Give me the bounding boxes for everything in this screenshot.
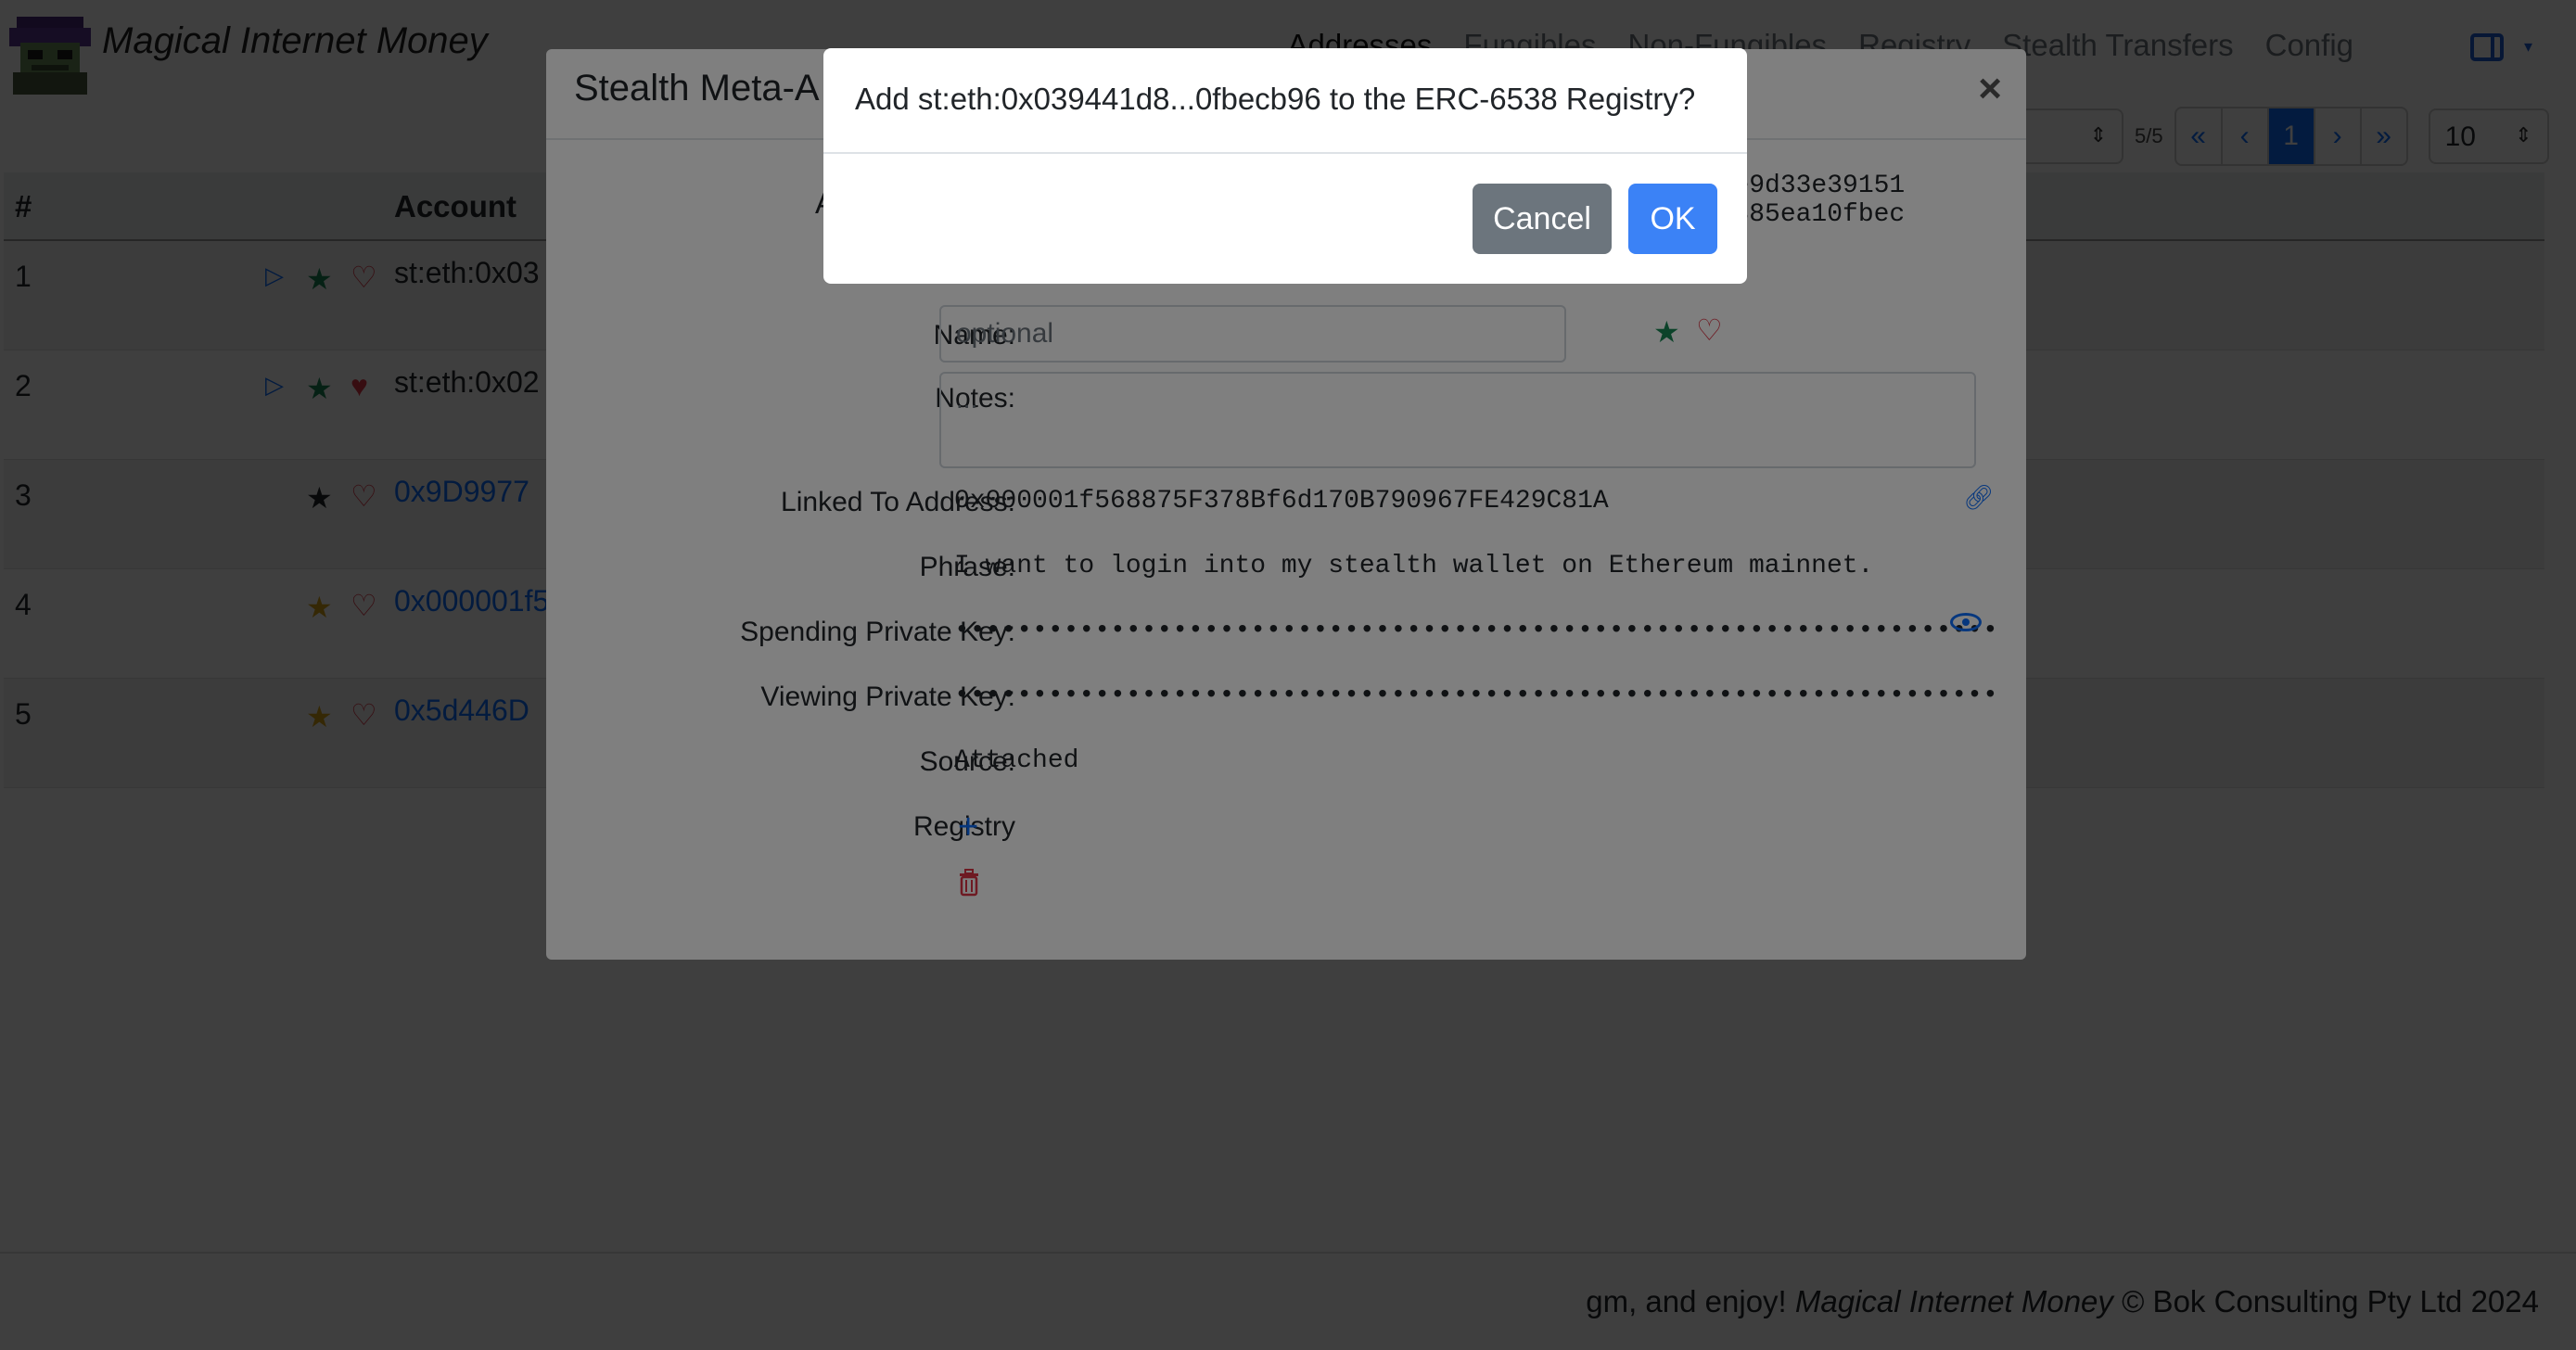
ok-button[interactable]: OK [1628,184,1717,254]
dialog-divider [823,152,1747,154]
confirm-message: Add st:eth:0x039441d8...0fbecb96 to the … [855,82,1696,116]
cancel-button[interactable]: Cancel [1473,184,1612,254]
confirm-dialog: Add st:eth:0x039441d8...0fbecb96 to the … [823,48,1747,284]
